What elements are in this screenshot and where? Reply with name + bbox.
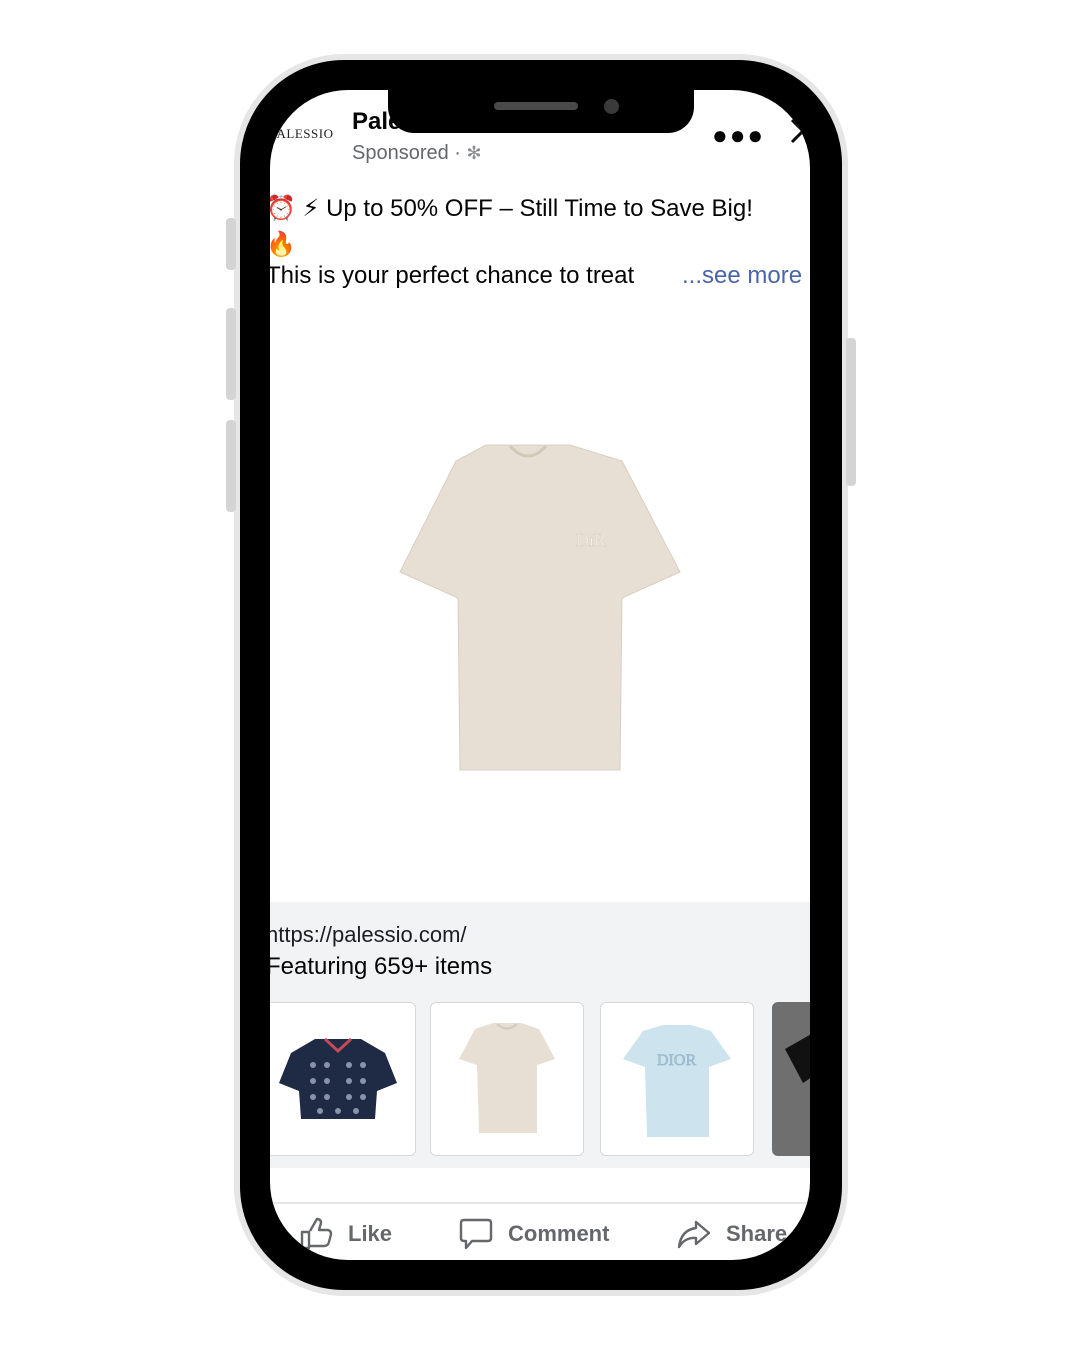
phone-notch bbox=[388, 90, 694, 133]
gear-icon: ✻ bbox=[466, 143, 482, 163]
comment-icon bbox=[459, 1218, 493, 1250]
caption-headline: ⏰ ⚡ Up to 50% OFF – Still Time to Save B… bbox=[270, 195, 753, 222]
carousel-card-blue-tshirt[interactable]: DIOR bbox=[600, 1002, 754, 1156]
thumbs-up-icon bbox=[300, 1217, 333, 1250]
share-icon bbox=[677, 1220, 711, 1249]
main-product-image[interactable]: DiR bbox=[270, 318, 810, 900]
beige-tshirt-image: DiR bbox=[399, 444, 681, 771]
see-more-link[interactable]: ...see more bbox=[682, 262, 802, 290]
carousel-card-beige-tshirt[interactable] bbox=[430, 1002, 584, 1156]
beige-tshirt-thumb bbox=[459, 1023, 555, 1133]
carousel-card-polo[interactable] bbox=[270, 1002, 416, 1156]
polo-shirt-image bbox=[279, 1037, 397, 1119]
comment-label: Comment bbox=[508, 1221, 610, 1246]
sponsored-label: Sponsored · ✻ bbox=[352, 142, 482, 165]
sponsored-text: Sponsored · bbox=[352, 142, 467, 164]
svg-text:DIOR: DIOR bbox=[657, 1052, 696, 1069]
fire-emoji: 🔥 bbox=[270, 231, 296, 258]
link-featuring-text[interactable]: Featuring 659+ items bbox=[270, 953, 492, 981]
front-camera bbox=[604, 99, 619, 114]
phone-screen: PALESSIO Palessio Sponsored · ✻ ●●● ⏰ ⚡ … bbox=[270, 90, 810, 1260]
more-options-icon[interactable]: ●●● bbox=[712, 120, 765, 151]
volume-down-button bbox=[226, 420, 236, 512]
svg-text:DiR: DiR bbox=[576, 530, 606, 550]
silent-switch bbox=[226, 218, 236, 270]
shop-link-area[interactable]: https://palessio.com/ Featuring 659+ ite… bbox=[270, 902, 810, 1168]
volume-up-button bbox=[226, 308, 236, 400]
like-button[interactable]: Like bbox=[298, 1212, 392, 1256]
close-icon[interactable] bbox=[788, 116, 810, 146]
power-button bbox=[846, 338, 856, 486]
speaker-grille bbox=[494, 102, 578, 110]
action-divider bbox=[270, 1202, 810, 1204]
black-item-thumb bbox=[785, 1034, 810, 1083]
carousel-card-black-item[interactable] bbox=[772, 1002, 810, 1156]
like-label: Like bbox=[348, 1221, 393, 1246]
blue-tshirt-thumb: DIOR bbox=[623, 1025, 731, 1137]
comment-button[interactable]: Comment bbox=[458, 1212, 609, 1256]
caption-body: This is your perfect chance to treat bbox=[270, 262, 635, 289]
link-url[interactable]: https://palessio.com/ bbox=[270, 922, 467, 948]
share-label: Share bbox=[726, 1221, 788, 1246]
share-button[interactable]: Share bbox=[676, 1212, 787, 1256]
brand-logo[interactable]: PALESSIO bbox=[270, 126, 336, 142]
